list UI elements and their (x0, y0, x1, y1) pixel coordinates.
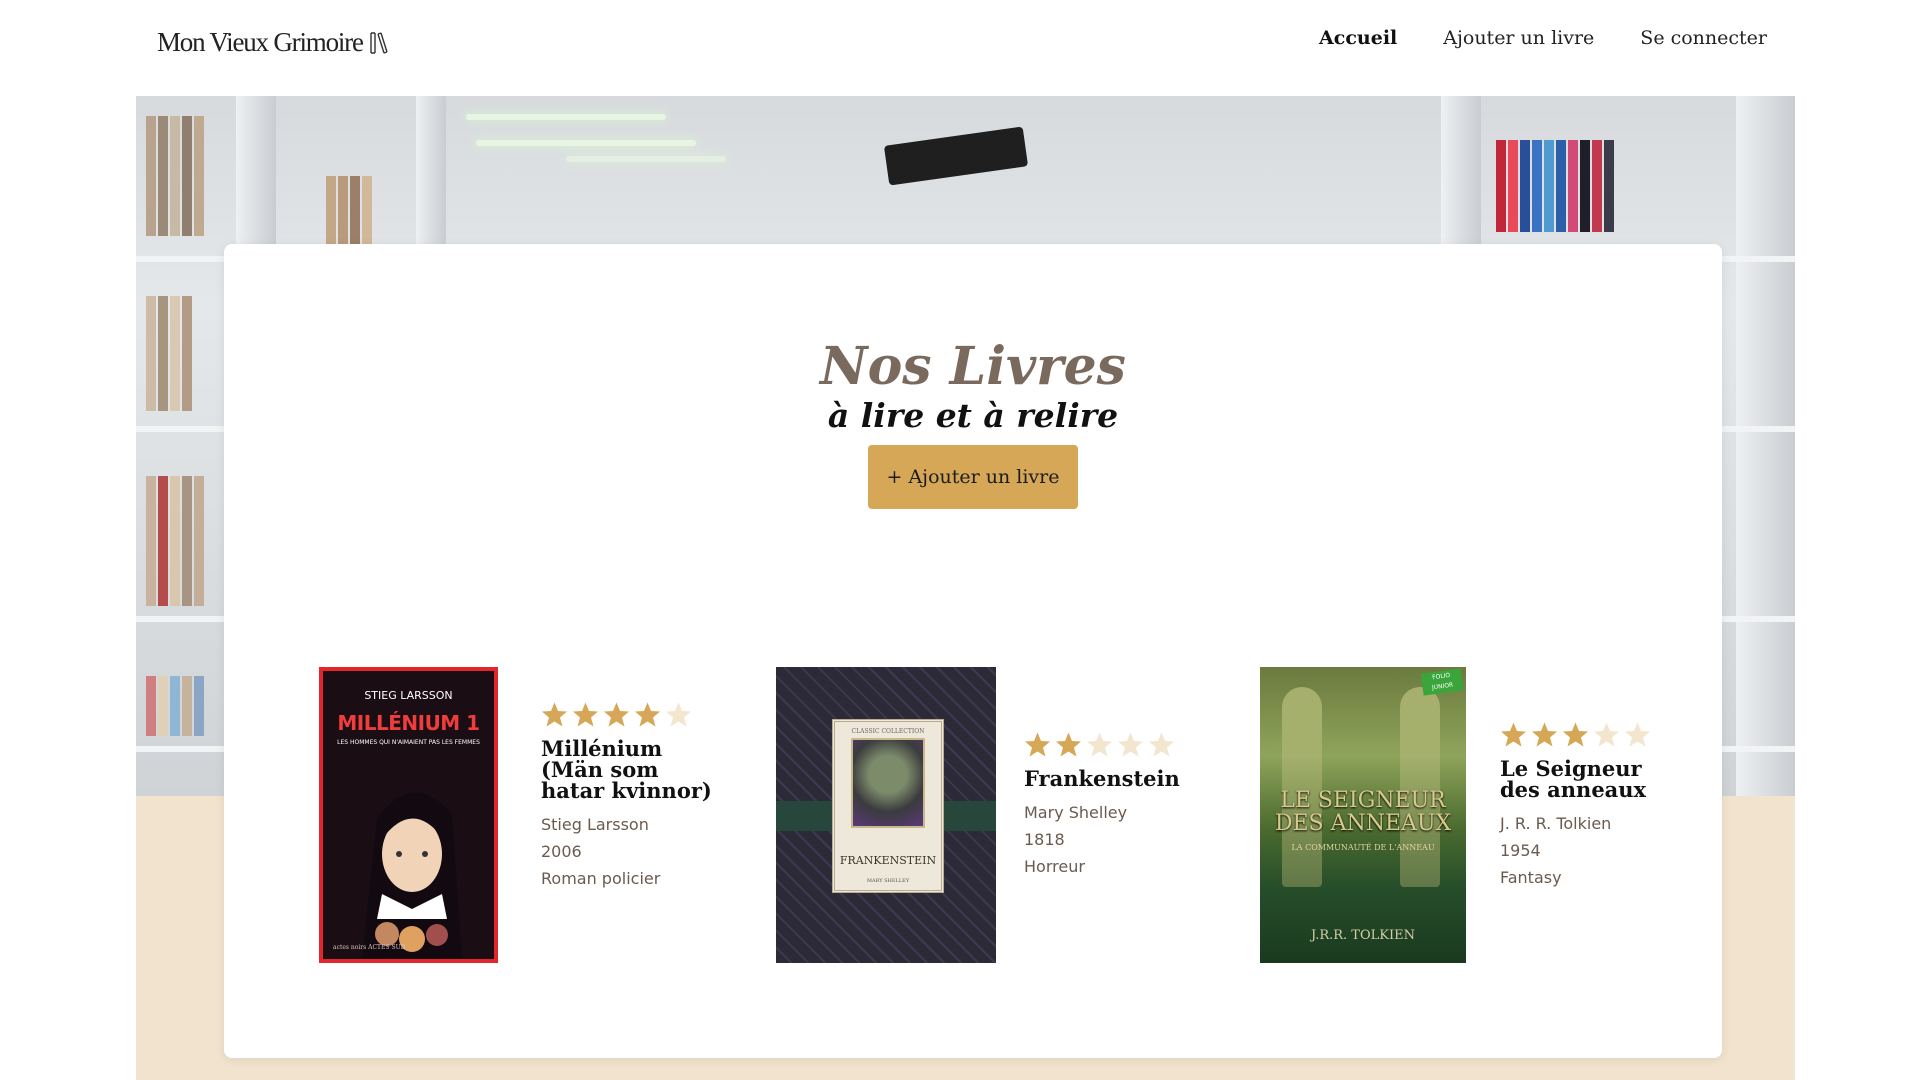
nav-add-book-link[interactable]: Ajouter un livre (1443, 27, 1594, 49)
star-filled-icon (635, 702, 660, 727)
main-nav: Accueil Ajouter un livre Se connecter (1319, 27, 1767, 49)
book-card[interactable]: FOLIO JUNIOR LE SEIGNEUR DES ANNEAUX LA C… (1260, 667, 1650, 963)
books-logo-icon (370, 31, 388, 54)
book-title: Millénium (Män som hatar kvinnor) (541, 736, 712, 803)
star-filled-icon (1056, 732, 1081, 757)
brand-name: Mon Vieux Grimoire (157, 27, 364, 57)
book-card[interactable]: CLASSIC COLLECTION FRANKENSTEIN MARY SHE… (776, 667, 1180, 963)
book-year: 1954 (1500, 841, 1541, 860)
star-empty-icon (1149, 732, 1174, 757)
book-genre: Horreur (1024, 857, 1085, 876)
book-author: J. R. R. Tolkien (1500, 814, 1612, 833)
rating-stars (1024, 731, 1199, 758)
book-author: Stieg Larsson (541, 815, 649, 834)
book-author: Mary Shelley (1024, 803, 1128, 822)
star-filled-icon (1532, 722, 1557, 747)
book-cover-image[interactable]: STIEG LARSSON MILLÉNIUM 1 LES HOMMES QUI… (319, 667, 498, 963)
rating-stars (1500, 721, 1675, 748)
book-title: Frankenstein (1024, 766, 1180, 791)
book-genre: Fantasy (1500, 868, 1562, 887)
nav-home-link[interactable]: Accueil (1319, 27, 1397, 49)
page-subtitle: à lire et à relire (827, 396, 1119, 435)
book-year: 2006 (541, 842, 582, 861)
books-card: Nos Livres à lire et à relire + Ajouter … (224, 244, 1722, 1058)
book-title: Le Seigneur des anneaux (1500, 756, 1647, 802)
book-cover-image[interactable]: FOLIO JUNIOR LE SEIGNEUR DES ANNEAUX LA C… (1260, 667, 1466, 963)
nav-login-link[interactable]: Se connecter (1640, 27, 1767, 49)
site-logo[interactable]: Mon Vieux Grimoire (157, 27, 389, 58)
star-empty-icon (666, 702, 691, 727)
star-filled-icon (542, 702, 567, 727)
star-filled-icon (604, 702, 629, 727)
star-empty-icon (1087, 732, 1112, 757)
star-empty-icon (1625, 722, 1650, 747)
page-title: Nos Livres (820, 336, 1126, 397)
book-card[interactable]: STIEG LARSSON MILLÉNIUM 1 LES HOMMES QUI… (319, 667, 712, 963)
book-year: 1818 (1024, 830, 1065, 849)
star-filled-icon (573, 702, 598, 727)
book-cover-image[interactable]: CLASSIC COLLECTION FRANKENSTEIN MARY SHE… (776, 667, 996, 963)
rating-stars (541, 701, 716, 728)
star-empty-icon (1118, 732, 1143, 757)
star-filled-icon (1501, 722, 1526, 747)
add-book-button[interactable]: + Ajouter un livre (868, 445, 1078, 509)
site-header: Mon Vieux Grimoire Accueil Ajouter un li… (0, 0, 1920, 96)
girl-portrait-illustration (362, 792, 462, 959)
star-empty-icon (1594, 722, 1619, 747)
star-filled-icon (1025, 732, 1050, 757)
book-genre: Roman policier (541, 869, 661, 888)
star-filled-icon (1563, 722, 1588, 747)
